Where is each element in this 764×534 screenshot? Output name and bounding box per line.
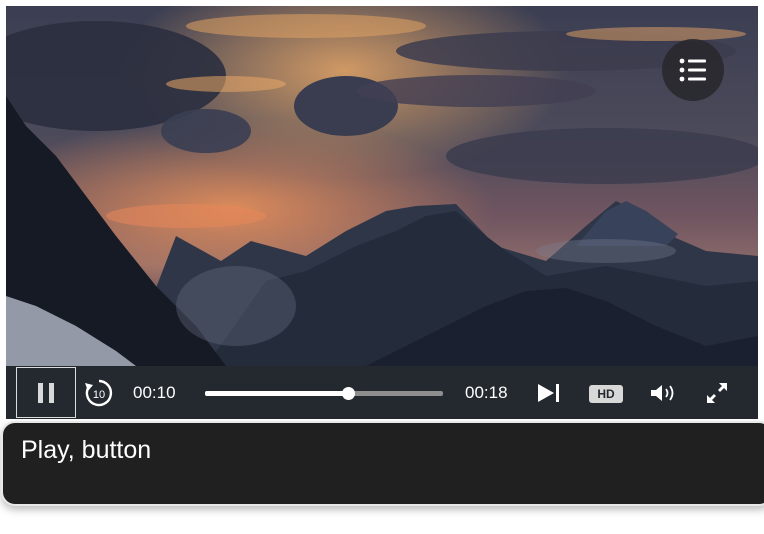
hd-quality-button[interactable]: HD <box>589 385 623 403</box>
control-bar: 10 00:10 00:18 HD <box>6 366 758 419</box>
video-player[interactable]: 10 00:10 00:18 HD <box>6 6 758 419</box>
pause-button[interactable] <box>16 367 76 418</box>
duration-time: 00:18 <box>465 383 508 402</box>
rewind-seconds-label: 10 <box>93 389 105 401</box>
fullscreen-button[interactable] <box>703 379 731 407</box>
list-icon <box>679 58 706 82</box>
accessibility-tooltip: Play, button <box>1 421 764 506</box>
tooltip-text: Play, button <box>21 436 152 464</box>
chapters-button[interactable] <box>662 39 724 101</box>
skip-next-icon <box>538 384 559 402</box>
volume-button[interactable] <box>647 379 681 407</box>
current-time: 00:10 <box>133 383 176 402</box>
video-frame <box>6 6 758 366</box>
seek-progress <box>205 391 348 396</box>
skip-next-button[interactable] <box>533 379 565 407</box>
rewind-10-icon: 10 <box>85 379 113 407</box>
seek-bar[interactable] <box>205 387 443 400</box>
rewind-button[interactable]: 10 <box>82 376 116 410</box>
fullscreen-icon <box>707 383 727 403</box>
seek-thumb[interactable] <box>341 387 355 400</box>
volume-icon <box>651 385 674 401</box>
pause-icon <box>38 382 54 403</box>
